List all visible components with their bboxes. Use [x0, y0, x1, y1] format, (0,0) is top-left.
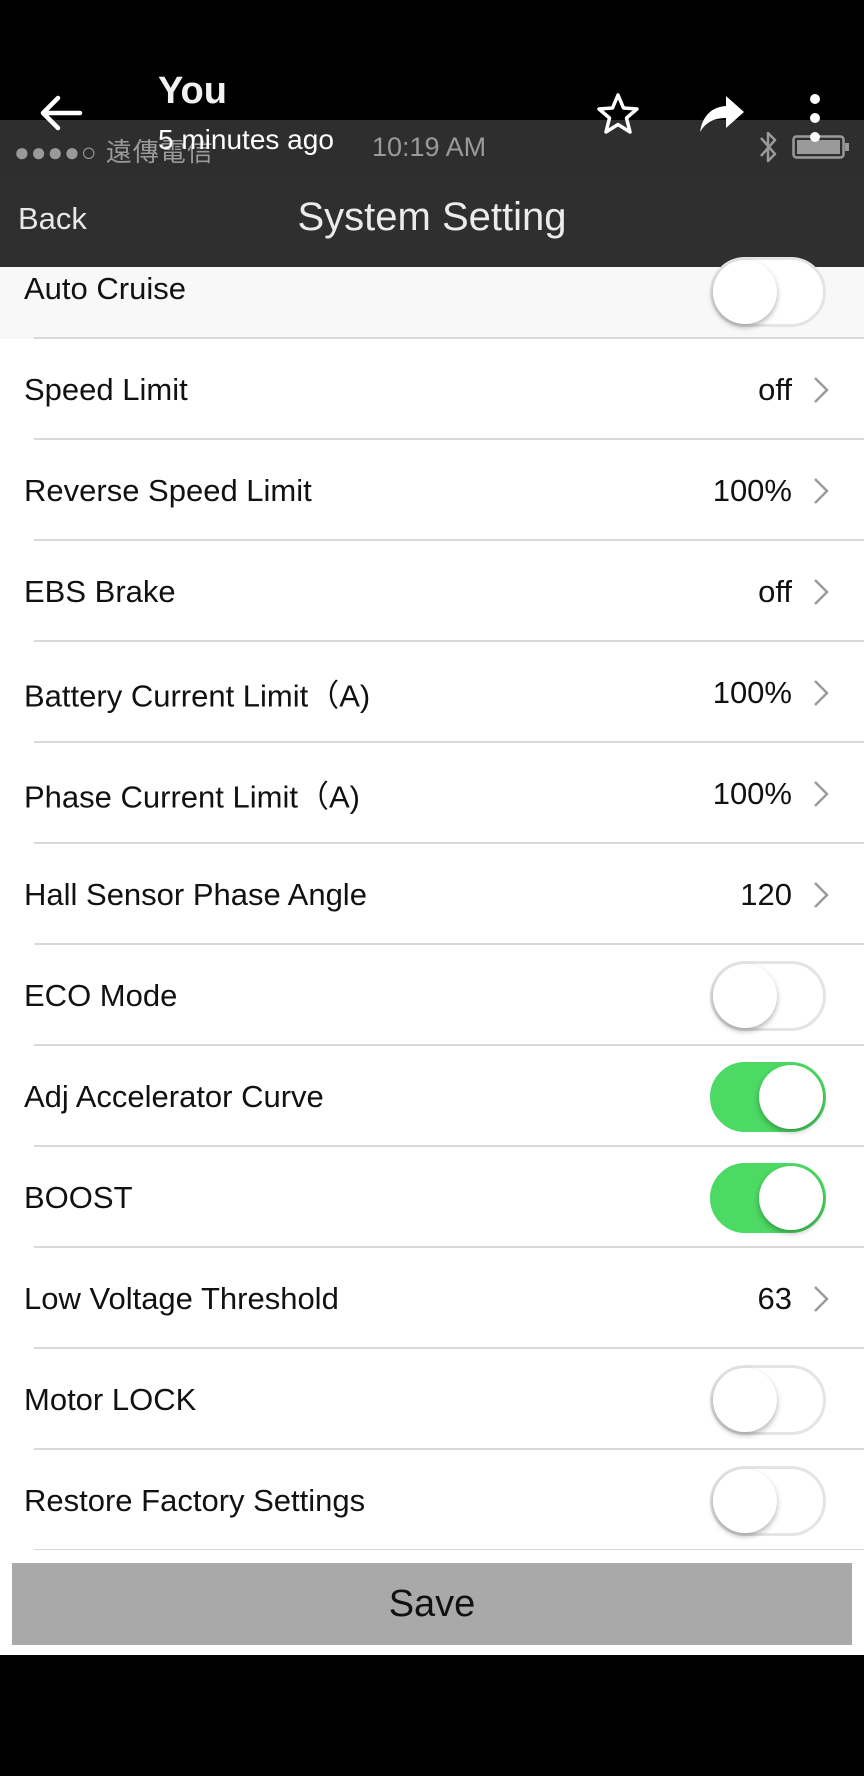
chevron-right-icon — [814, 376, 829, 403]
setting-row: Restore Factory Settings — [0, 1450, 864, 1551]
setting-label: Restore Factory Settings — [24, 1482, 366, 1518]
image-viewer-header: You 5 minutes ago — [0, 0, 864, 180]
setting-row[interactable]: Speed Limit off — [0, 339, 864, 440]
chevron-right-icon — [814, 1285, 829, 1312]
chevron-right-icon — [814, 881, 829, 908]
save-button[interactable]: Save — [12, 1563, 852, 1645]
toggle-switch[interactable] — [710, 257, 826, 327]
toggle-switch[interactable] — [710, 1061, 826, 1132]
sent-time: 5 minutes ago — [158, 124, 334, 155]
toggle-switch[interactable] — [710, 1162, 826, 1233]
setting-row[interactable]: Low Voltage Threshold 63 — [0, 1248, 864, 1349]
setting-value: 63 — [757, 1280, 792, 1316]
page-title: System Setting — [297, 195, 567, 239]
setting-label: BOOST — [24, 1179, 133, 1215]
setting-row[interactable]: Hall Sensor Phase Angle 120 — [0, 844, 864, 945]
setting-row[interactable]: Battery Current Limit（A) 100% — [0, 642, 864, 743]
chevron-right-icon — [814, 679, 829, 706]
toggle-knob — [713, 1468, 777, 1533]
setting-label: Hall Sensor Phase Angle — [24, 876, 367, 912]
setting-label: Battery Current Limit（A) — [24, 678, 371, 713]
setting-row: BOOST — [0, 1147, 864, 1248]
share-icon[interactable] — [698, 94, 746, 134]
chevron-right-icon — [814, 477, 829, 504]
setting-row[interactable]: Phase Current Limit（A) 100% — [0, 743, 864, 844]
setting-value: 100% — [712, 472, 792, 508]
more-vert-icon[interactable] — [804, 92, 826, 144]
setting-row: Adj Accelerator Curve — [0, 1046, 864, 1147]
save-bar: Save — [0, 1550, 864, 1655]
toggle-knob — [759, 1064, 823, 1129]
toggle-switch[interactable] — [710, 1465, 826, 1536]
setting-label: EBS Brake — [24, 573, 176, 609]
setting-value: 100% — [712, 775, 792, 811]
toggle-switch[interactable] — [710, 960, 826, 1031]
setting-label: Low Voltage Threshold — [24, 1280, 339, 1316]
setting-row: Motor LOCK — [0, 1349, 864, 1450]
toggle-switch[interactable] — [710, 1364, 826, 1435]
toggle-knob — [713, 1367, 777, 1432]
setting-label: Phase Current Limit（A) — [24, 779, 360, 814]
setting-label: Adj Accelerator Curve — [24, 1078, 324, 1114]
setting-label: Speed Limit — [24, 371, 188, 407]
setting-label: Auto Cruise — [24, 271, 186, 306]
setting-label: Reverse Speed Limit — [24, 472, 312, 508]
setting-label: ECO Mode — [24, 977, 178, 1013]
toggle-knob — [713, 260, 777, 324]
chevron-right-icon — [814, 780, 829, 807]
setting-row: ECO Mode — [0, 945, 864, 1046]
setting-row[interactable]: Reverse Speed Limit 100% — [0, 440, 864, 541]
toggle-knob — [759, 1165, 823, 1230]
toggle-knob — [713, 963, 777, 1028]
navigation-bar: Back System Setting — [0, 175, 864, 267]
star-icon[interactable] — [596, 92, 640, 136]
chevron-right-icon — [814, 578, 829, 605]
setting-value: off — [758, 371, 792, 407]
setting-value: off — [758, 573, 792, 609]
setting-row: Auto Cruise — [0, 257, 864, 339]
setting-value: 120 — [740, 876, 792, 912]
sender-name: You — [158, 70, 227, 112]
settings-list: Auto Cruise Speed Limit off Reverse Speed L… — [0, 257, 864, 1551]
setting-value: 100% — [712, 674, 792, 710]
setting-row[interactable]: EBS Brake off — [0, 541, 864, 642]
app-screenshot: ●●●●○ 遠傳電信 10:19 AM Back System Setting … — [0, 120, 864, 1655]
back-arrow-icon[interactable] — [38, 90, 84, 136]
setting-label: Motor LOCK — [24, 1381, 197, 1417]
